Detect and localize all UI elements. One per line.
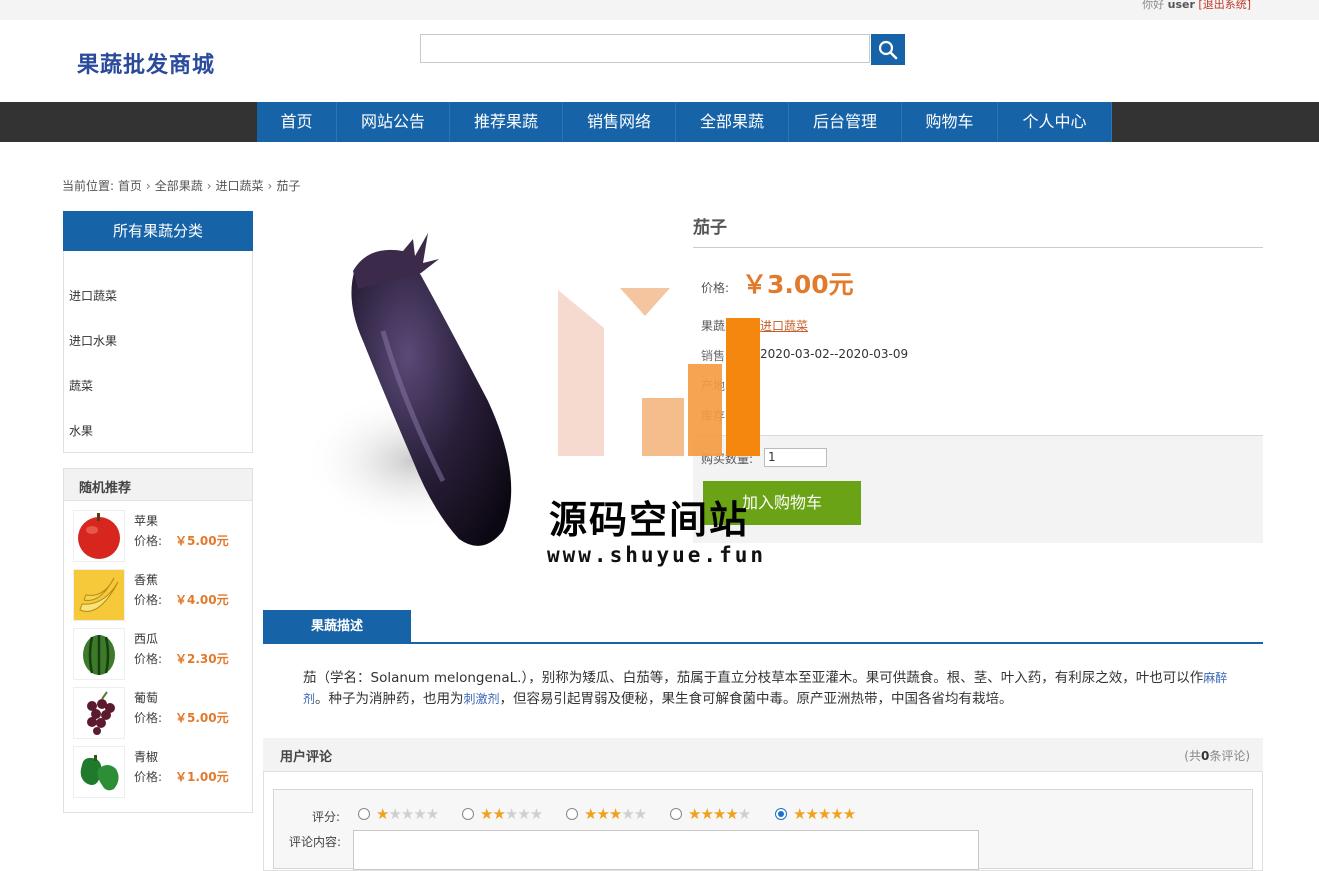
nav-all-products[interactable]: 全部果蔬 [676, 102, 789, 142]
username: user [1167, 0, 1195, 11]
recommend-price: ￥5.00元 [175, 534, 229, 548]
count-suffix: 条评论) [1209, 749, 1250, 763]
breadcrumb-prefix: 当前位置: [62, 179, 115, 193]
nav-profile[interactable]: 个人中心 [998, 102, 1112, 142]
recommend-price-label: 价格: [134, 534, 163, 548]
rating-radio-1[interactable] [358, 808, 370, 820]
star-rating-3-icon: ★★★★★ [584, 805, 647, 823]
search-button[interactable] [871, 34, 905, 65]
chevron-right-icon: › [206, 179, 212, 193]
category-item[interactable]: 进口蔬菜 [69, 287, 117, 304]
watermark-logo [558, 288, 762, 456]
main-nav: 首页 网站公告 推荐果蔬 销售网络 全部果蔬 后台管理 购物车 个人中心 [257, 102, 1112, 142]
site-logo[interactable]: 果蔬批发商城 [77, 47, 215, 79]
comments-title: 用户评论 [280, 750, 333, 765]
recommend-name[interactable]: 香蕉 [134, 571, 158, 588]
recommend-price: ￥1.00元 [175, 770, 229, 784]
recommend-price-label: 价格: [134, 593, 163, 607]
category-title: 所有果蔬分类 [63, 211, 253, 251]
breadcrumb: 当前位置: 首页 › 全部果蔬 › 进口蔬菜 › 茄子 [62, 177, 300, 194]
rating-radio-5[interactable] [775, 808, 787, 820]
star-rating-4-icon: ★★★★★ [688, 805, 751, 823]
nav-sales-network[interactable]: 销售网络 [563, 102, 676, 142]
recommend-name[interactable]: 葡萄 [134, 689, 158, 706]
grapes-image[interactable] [73, 687, 125, 739]
logout-link[interactable]: [退出系统] [1198, 0, 1251, 11]
breadcrumb-category[interactable]: 进口蔬菜 [216, 179, 264, 193]
rating-label: 评分: [312, 810, 341, 824]
tab-underline [263, 642, 1263, 644]
top-bar [0, 0, 1319, 20]
recommend-name[interactable]: 苹果 [134, 512, 158, 529]
star-rating-2-icon: ★★★★★ [480, 805, 543, 823]
quantity-input[interactable]: 1 [764, 448, 827, 467]
chevron-right-icon: › [145, 179, 151, 193]
divider [693, 247, 1263, 248]
sale-date-range: 2020-03-02--2020-03-09 [760, 347, 909, 361]
recommend-price-label: 价格: [134, 652, 163, 666]
recommend-title: 随机推荐 [79, 481, 132, 496]
rating-radio-4[interactable] [670, 808, 682, 820]
recommend-name[interactable]: 青椒 [134, 748, 158, 765]
breadcrumb-home[interactable]: 首页 [118, 179, 142, 193]
category-item[interactable]: 水果 [69, 422, 93, 439]
star-rating-1-icon: ★★★★★ [376, 805, 439, 823]
nav-home[interactable]: 首页 [257, 102, 337, 142]
chevron-right-icon: › [267, 179, 273, 193]
recommend-name[interactable]: 西瓜 [134, 630, 158, 647]
description-text: 茄（学名：Solanum melongenaL.），别称为矮瓜、白茄等，茄属于直… [303, 670, 1204, 686]
green-pepper-image[interactable] [73, 746, 125, 798]
breadcrumb-current: 茄子 [276, 179, 301, 193]
tab-description[interactable]: 果蔬描述 [263, 610, 411, 643]
category-item[interactable]: 蔬菜 [69, 377, 93, 394]
description-text: 。种子为消肿药，也用为 [315, 691, 464, 707]
breadcrumb-all[interactable]: 全部果蔬 [155, 179, 203, 193]
watermark-url: www.shuyue.fun [547, 543, 767, 567]
watermelon-image[interactable] [73, 628, 125, 680]
product-category-link[interactable]: 进口蔬菜 [760, 317, 808, 334]
nav-announcements[interactable]: 网站公告 [337, 102, 450, 142]
comments-count: (共0条评论) [1184, 747, 1250, 764]
comments-header: 用户评论 (共0条评论) [263, 738, 1263, 771]
recommend-price: ￥2.30元 [175, 652, 229, 666]
description-text: ，但容易引起胃弱及便秘，果生食可解食菌中毒。原产亚洲热带，中国各省均有栽培。 [499, 691, 1013, 707]
keyword-link[interactable]: 刺激剂 [464, 692, 500, 706]
nav-admin[interactable]: 后台管理 [789, 102, 902, 142]
greeting-text: 你好 [1142, 0, 1165, 11]
comment-textarea[interactable] [353, 830, 979, 870]
search-input[interactable] [420, 34, 870, 63]
comment-content-label: 评论内容: [289, 835, 342, 849]
apple-image[interactable] [73, 510, 125, 562]
rating-radio-3[interactable] [566, 808, 578, 820]
product-description: 茄（学名：Solanum melongenaL.），别称为矮瓜、白茄等，茄属于直… [303, 668, 1233, 710]
recommend-header: 随机推荐 [64, 469, 252, 501]
product-title: 茄子 [693, 218, 727, 238]
nav-recommended[interactable]: 推荐果蔬 [450, 102, 563, 142]
category-item[interactable]: 进口水果 [69, 332, 117, 349]
nav-cart[interactable]: 购物车 [902, 102, 998, 142]
watermark-text: 源码空间站 [549, 498, 750, 542]
banana-image[interactable] [73, 569, 125, 621]
search-icon [878, 40, 898, 60]
recommend-price-label: 价格: [134, 711, 163, 725]
count-prefix: (共 [1184, 749, 1201, 763]
star-rating-5-icon: ★★★★★ [793, 805, 856, 823]
user-greeting: 你好 user [退出系统] [1142, 0, 1251, 12]
recommend-price: ￥4.00元 [175, 593, 229, 607]
rating-radio-2[interactable] [462, 808, 474, 820]
recommend-price-label: 价格: [134, 770, 163, 784]
recommend-price: ￥5.00元 [175, 711, 229, 725]
